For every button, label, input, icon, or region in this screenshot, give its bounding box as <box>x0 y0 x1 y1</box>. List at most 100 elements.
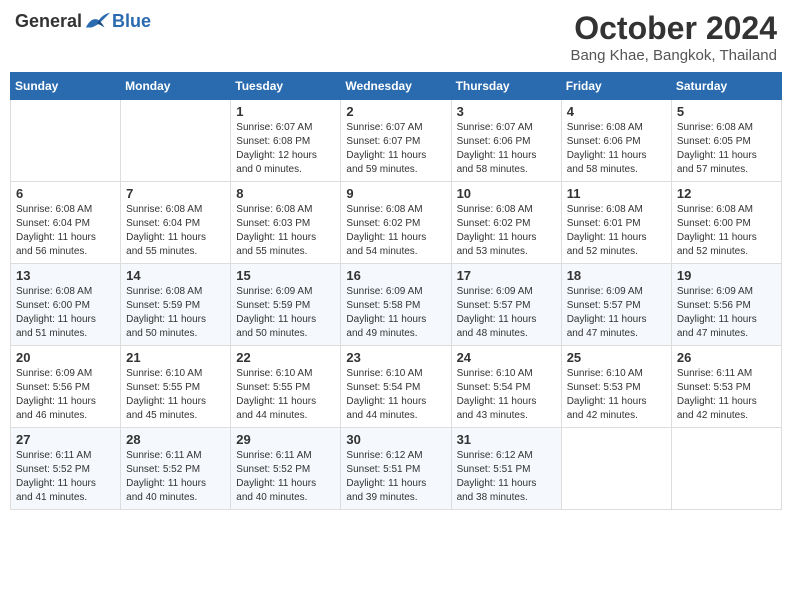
logo-blue-text: Blue <box>112 11 151 32</box>
day-info: Sunrise: 6:08 AM Sunset: 6:04 PM Dayligh… <box>126 203 225 259</box>
day-info: Sunrise: 6:08 AM Sunset: 6:00 PM Dayligh… <box>677 203 776 259</box>
day-number: 23 <box>346 350 445 365</box>
calendar-title: October 2024 <box>570 10 777 47</box>
calendar-cell: 2 Sunrise: 6:07 AM Sunset: 6:07 PM Daylig… <box>341 100 451 182</box>
day-info: Sunrise: 6:11 AM Sunset: 5:52 PM Dayligh… <box>16 449 115 505</box>
day-info: Sunrise: 6:10 AM Sunset: 5:55 PM Dayligh… <box>126 367 225 423</box>
day-info: Sunrise: 6:09 AM Sunset: 5:57 PM Dayligh… <box>457 285 556 341</box>
day-number: 31 <box>457 432 556 447</box>
calendar-cell: 16Sunrise: 6:09 AM Sunset: 5:58 PM Dayli… <box>341 264 451 346</box>
day-info: Sunrise: 6:11 AM Sunset: 5:53 PM Dayligh… <box>677 367 776 423</box>
calendar-cell: 27 Sunrise: 6:11 AM Sunset: 5:52 PM Dayli… <box>11 428 121 510</box>
calendar-cell: 30 Sunrise: 6:12 AM Sunset: 5:51 PM Dayli… <box>341 428 451 510</box>
day-number: 19 <box>677 268 776 283</box>
calendar-day-header: Tuesday <box>231 73 341 100</box>
calendar-location: Bang Khae, Bangkok, Thailand <box>570 47 777 64</box>
calendar-week-row: 27 Sunrise: 6:11 AM Sunset: 5:52 PM Dayli… <box>11 428 782 510</box>
calendar-cell <box>561 428 671 510</box>
calendar-cell: 21 Sunrise: 6:10 AM Sunset: 5:55 PM Dayli… <box>121 346 231 428</box>
day-info: Sunrise: 6:10 AM Sunset: 5:54 PM Dayligh… <box>346 367 445 423</box>
day-info: Sunrise: 6:10 AM Sunset: 5:54 PM Dayligh… <box>457 367 556 423</box>
day-info: Sunrise: 6:08 AM Sunset: 6:03 PM Dayligh… <box>236 203 335 259</box>
title-section: October 2024 Bang Khae, Bangkok, Thailan… <box>570 10 777 64</box>
day-number: 21 <box>126 350 225 365</box>
calendar-cell: 23 Sunrise: 6:10 AM Sunset: 5:54 PM Dayli… <box>341 346 451 428</box>
day-number: 14 <box>126 268 225 283</box>
day-number: 15 <box>236 268 335 283</box>
logo-bird-icon <box>84 10 112 32</box>
day-number: 7 <box>126 186 225 201</box>
day-number: 13 <box>16 268 115 283</box>
calendar-cell <box>121 100 231 182</box>
day-info: Sunrise: 6:08 AM Sunset: 6:02 PM Dayligh… <box>457 203 556 259</box>
calendar-cell: 20 Sunrise: 6:09 AM Sunset: 5:56 PM Dayli… <box>11 346 121 428</box>
day-info: Sunrise: 6:08 AM Sunset: 6:06 PM Dayligh… <box>567 121 666 177</box>
day-number: 30 <box>346 432 445 447</box>
day-number: 6 <box>16 186 115 201</box>
day-info: Sunrise: 6:12 AM Sunset: 5:51 PM Dayligh… <box>346 449 445 505</box>
day-info: Sunrise: 6:09 AM Sunset: 5:58 PM Dayligh… <box>346 285 445 341</box>
calendar-cell: 26 Sunrise: 6:11 AM Sunset: 5:53 PM Dayli… <box>671 346 781 428</box>
calendar-header-row: SundayMondayTuesdayWednesdayThursdayFrid… <box>11 73 782 100</box>
day-info: Sunrise: 6:08 AM Sunset: 6:00 PM Dayligh… <box>16 285 115 341</box>
calendar-day-header: Monday <box>121 73 231 100</box>
calendar-week-row: 1 Sunrise: 6:07 AM Sunset: 6:08 PM Daylig… <box>11 100 782 182</box>
calendar-cell: 8 Sunrise: 6:08 AM Sunset: 6:03 PM Daylig… <box>231 182 341 264</box>
day-number: 17 <box>457 268 556 283</box>
day-number: 28 <box>126 432 225 447</box>
calendar-week-row: 6 Sunrise: 6:08 AM Sunset: 6:04 PM Daylig… <box>11 182 782 264</box>
calendar-cell: 18 Sunrise: 6:09 AM Sunset: 5:57 PM Dayli… <box>561 264 671 346</box>
calendar-week-row: 20 Sunrise: 6:09 AM Sunset: 5:56 PM Dayli… <box>11 346 782 428</box>
day-number: 11 <box>567 186 666 201</box>
calendar-cell: 5 Sunrise: 6:08 AM Sunset: 6:05 PM Daylig… <box>671 100 781 182</box>
day-number: 8 <box>236 186 335 201</box>
calendar-day-header: Friday <box>561 73 671 100</box>
day-number: 9 <box>346 186 445 201</box>
day-info: Sunrise: 6:09 AM Sunset: 5:59 PM Dayligh… <box>236 285 335 341</box>
day-info: Sunrise: 6:07 AM Sunset: 6:08 PM Dayligh… <box>236 121 335 177</box>
day-number: 24 <box>457 350 556 365</box>
logo-general-text: General <box>15 11 82 32</box>
day-number: 10 <box>457 186 556 201</box>
day-info: Sunrise: 6:09 AM Sunset: 5:57 PM Dayligh… <box>567 285 666 341</box>
day-number: 29 <box>236 432 335 447</box>
calendar-cell: 10 Sunrise: 6:08 AM Sunset: 6:02 PM Dayli… <box>451 182 561 264</box>
day-number: 3 <box>457 104 556 119</box>
calendar-week-row: 13 Sunrise: 6:08 AM Sunset: 6:00 PM Dayli… <box>11 264 782 346</box>
calendar-cell: 9Sunrise: 6:08 AM Sunset: 6:02 PM Daylig… <box>341 182 451 264</box>
day-info: Sunrise: 6:11 AM Sunset: 5:52 PM Dayligh… <box>236 449 335 505</box>
calendar-table: SundayMondayTuesdayWednesdayThursdayFrid… <box>10 72 782 510</box>
calendar-cell: 22Sunrise: 6:10 AM Sunset: 5:55 PM Dayli… <box>231 346 341 428</box>
day-info: Sunrise: 6:09 AM Sunset: 5:56 PM Dayligh… <box>16 367 115 423</box>
day-info: Sunrise: 6:10 AM Sunset: 5:53 PM Dayligh… <box>567 367 666 423</box>
calendar-cell: 15 Sunrise: 6:09 AM Sunset: 5:59 PM Dayli… <box>231 264 341 346</box>
day-number: 20 <box>16 350 115 365</box>
day-number: 4 <box>567 104 666 119</box>
calendar-cell: 11Sunrise: 6:08 AM Sunset: 6:01 PM Dayli… <box>561 182 671 264</box>
day-number: 2 <box>346 104 445 119</box>
day-number: 25 <box>567 350 666 365</box>
calendar-cell: 25 Sunrise: 6:10 AM Sunset: 5:53 PM Dayli… <box>561 346 671 428</box>
day-number: 18 <box>567 268 666 283</box>
day-number: 27 <box>16 432 115 447</box>
calendar-day-header: Thursday <box>451 73 561 100</box>
calendar-cell: 1 Sunrise: 6:07 AM Sunset: 6:08 PM Daylig… <box>231 100 341 182</box>
day-number: 26 <box>677 350 776 365</box>
calendar-cell: 3 Sunrise: 6:07 AM Sunset: 6:06 PM Daylig… <box>451 100 561 182</box>
day-number: 1 <box>236 104 335 119</box>
day-number: 5 <box>677 104 776 119</box>
day-info: Sunrise: 6:07 AM Sunset: 6:07 PM Dayligh… <box>346 121 445 177</box>
day-number: 12 <box>677 186 776 201</box>
day-info: Sunrise: 6:11 AM Sunset: 5:52 PM Dayligh… <box>126 449 225 505</box>
day-info: Sunrise: 6:07 AM Sunset: 6:06 PM Dayligh… <box>457 121 556 177</box>
calendar-day-header: Saturday <box>671 73 781 100</box>
day-info: Sunrise: 6:08 AM Sunset: 6:05 PM Dayligh… <box>677 121 776 177</box>
day-info: Sunrise: 6:08 AM Sunset: 6:04 PM Dayligh… <box>16 203 115 259</box>
calendar-cell: 13 Sunrise: 6:08 AM Sunset: 6:00 PM Dayli… <box>11 264 121 346</box>
calendar-day-header: Sunday <box>11 73 121 100</box>
calendar-cell: 17 Sunrise: 6:09 AM Sunset: 5:57 PM Dayli… <box>451 264 561 346</box>
calendar-cell: 28 Sunrise: 6:11 AM Sunset: 5:52 PM Dayli… <box>121 428 231 510</box>
calendar-cell: 29 Sunrise: 6:11 AM Sunset: 5:52 PM Dayli… <box>231 428 341 510</box>
calendar-cell: 6 Sunrise: 6:08 AM Sunset: 6:04 PM Daylig… <box>11 182 121 264</box>
calendar-cell: 14Sunrise: 6:08 AM Sunset: 5:59 PM Dayli… <box>121 264 231 346</box>
